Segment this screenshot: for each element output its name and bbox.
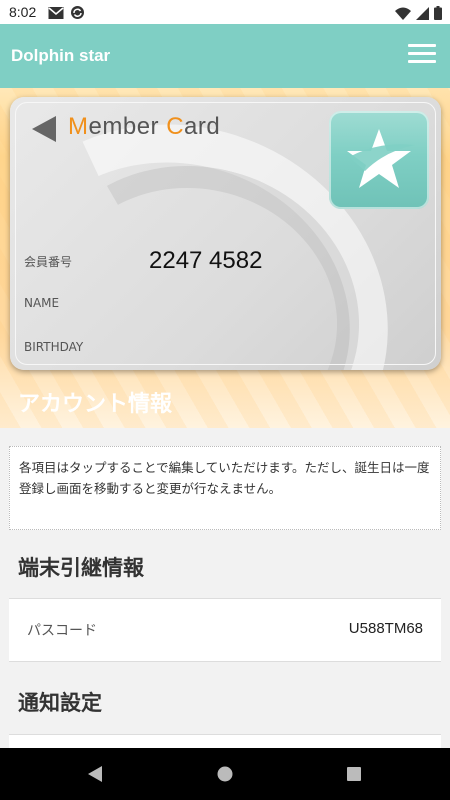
passcode-label: パスコード <box>27 623 97 639</box>
home-icon[interactable] <box>216 764 234 788</box>
card-title-ard: ard <box>184 113 221 140</box>
star-logo-icon <box>329 111 429 209</box>
gmail-icon <box>48 5 64 24</box>
member-card: Member Card 会員番号 2247 4582 NAME BIRTHDAY <box>10 97 441 370</box>
navigation-bar <box>0 748 450 800</box>
birthday-label: BIRTHDAY <box>24 340 84 354</box>
triangle-arrow-icon <box>32 116 58 146</box>
card-title: Member Card <box>68 113 220 141</box>
edit-notice: 各項目はタップすることで編集していただけます。ただし、誕生日は一度登録し画面を移… <box>9 446 441 530</box>
app-bar: Dolphin star <box>0 24 450 88</box>
battery-icon <box>434 5 442 24</box>
card-title-ember: ember <box>88 113 167 140</box>
status-time: 8:02 <box>9 4 37 20</box>
app-title: Dolphin star <box>11 46 111 65</box>
back-icon[interactable] <box>86 764 104 788</box>
name-label: NAME <box>24 296 60 310</box>
passcode-row[interactable]: パスコード U588TM68 <box>9 598 441 662</box>
device-transfer-heading: 端末引継情報 <box>18 556 144 580</box>
passcode-value: U588TM68 <box>348 620 423 637</box>
notification-row[interactable] <box>9 734 441 748</box>
sync-icon <box>70 5 85 24</box>
member-number-label: 会員番号 <box>24 255 73 269</box>
hamburger-menu-icon[interactable] <box>408 44 436 66</box>
wifi-icon <box>395 5 411 24</box>
account-info-heading: アカウント情報 <box>18 392 173 417</box>
recents-icon[interactable] <box>345 764 363 788</box>
signal-icon <box>416 5 429 24</box>
card-title-m: M <box>68 113 89 140</box>
status-bar: 8:02 <box>0 0 450 24</box>
card-title-c: C <box>166 113 185 140</box>
notification-settings-heading: 通知設定 <box>18 691 102 715</box>
member-number: 2247 4582 <box>149 247 263 274</box>
